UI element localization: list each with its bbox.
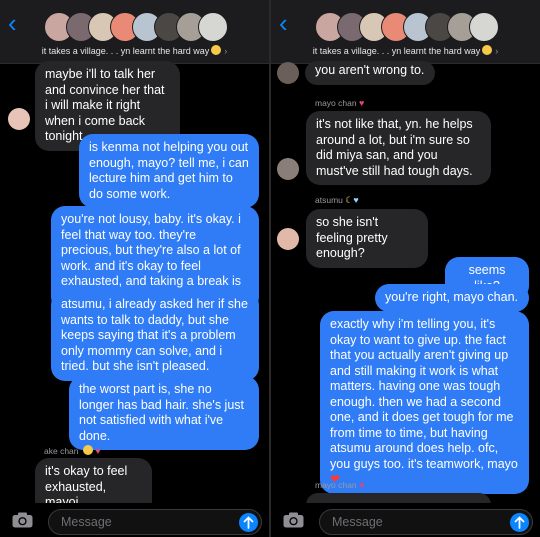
group-title[interactable]: it takes a village. . . yn learnt the ha… (0, 45, 269, 56)
back-chevron-icon[interactable]: ‹ (279, 8, 288, 38)
message-outgoing[interactable]: is kenma not helping you out enough, may… (79, 134, 259, 208)
message-outgoing[interactable]: atsumu, i already asked her if she wants… (51, 291, 259, 381)
conversation-panel-left: ‹ it takes a village. . . yn learnt the … (0, 0, 269, 537)
heart-icon: ♥ (358, 98, 365, 108)
heart-icon: ♥ (358, 480, 365, 490)
heart-icon: ♥ (353, 195, 359, 205)
chat-header: ‹ it takes a village. . . yn learnt the … (271, 0, 540, 64)
avatar (198, 12, 228, 42)
avatar (277, 62, 299, 84)
avatar (277, 158, 299, 180)
message-input[interactable]: Message (319, 509, 533, 535)
group-avatars[interactable] (315, 12, 501, 42)
smiling-face-icon (211, 45, 222, 55)
chevron-right-icon: › (224, 46, 228, 56)
message-incoming[interactable]: you aren't wrong to. (305, 61, 435, 85)
chevron-right-icon: › (495, 46, 499, 56)
message-outgoing[interactable]: you're right, mayo chan. (375, 284, 529, 312)
sender-label: atsumu ☾♥ (315, 195, 359, 205)
message-text: exactly why i'm telling you, it's okay t… (330, 317, 518, 471)
smiling-face-icon (82, 445, 93, 455)
send-button[interactable] (239, 513, 258, 532)
message-input[interactable]: Message (48, 509, 262, 535)
group-avatars[interactable] (44, 12, 230, 42)
message-placeholder: Message (332, 515, 383, 529)
chat-header: ‹ it takes a village. . . yn learnt the … (0, 0, 269, 64)
back-chevron-icon[interactable]: ‹ (8, 8, 17, 38)
composer-bar: Message (271, 503, 540, 537)
message-outgoing[interactable]: the worst part is, she no longer has bad… (69, 376, 259, 450)
message-placeholder: Message (61, 515, 112, 529)
heart-icon: ♥ (95, 446, 101, 456)
avatar (469, 12, 499, 42)
message-outgoing[interactable]: exactly why i'm telling you, it's okay t… (320, 311, 529, 494)
avatar (8, 108, 30, 130)
avatar (277, 228, 299, 250)
send-arrow-icon (243, 516, 254, 529)
group-title[interactable]: it takes a village. . . yn learnt the ha… (271, 45, 540, 56)
send-button[interactable] (510, 513, 529, 532)
camera-icon[interactable] (12, 512, 33, 528)
message-incoming[interactable]: so she isn't feeling pretty enough? (306, 209, 428, 268)
camera-icon[interactable] (283, 512, 304, 528)
sender-label: mayo chan ♥ (315, 98, 365, 108)
message-incoming[interactable]: it's not like that, yn. he helps around … (306, 111, 491, 185)
sender-label: ake chan ♥ (44, 445, 101, 456)
send-arrow-icon (514, 516, 525, 529)
smiling-face-icon (482, 45, 493, 55)
sender-label: mayo chan ♥ (315, 480, 365, 490)
conversation-panel-right: ‹ it takes a village. . . yn learnt the … (271, 0, 540, 537)
composer-bar: Message (0, 503, 269, 537)
